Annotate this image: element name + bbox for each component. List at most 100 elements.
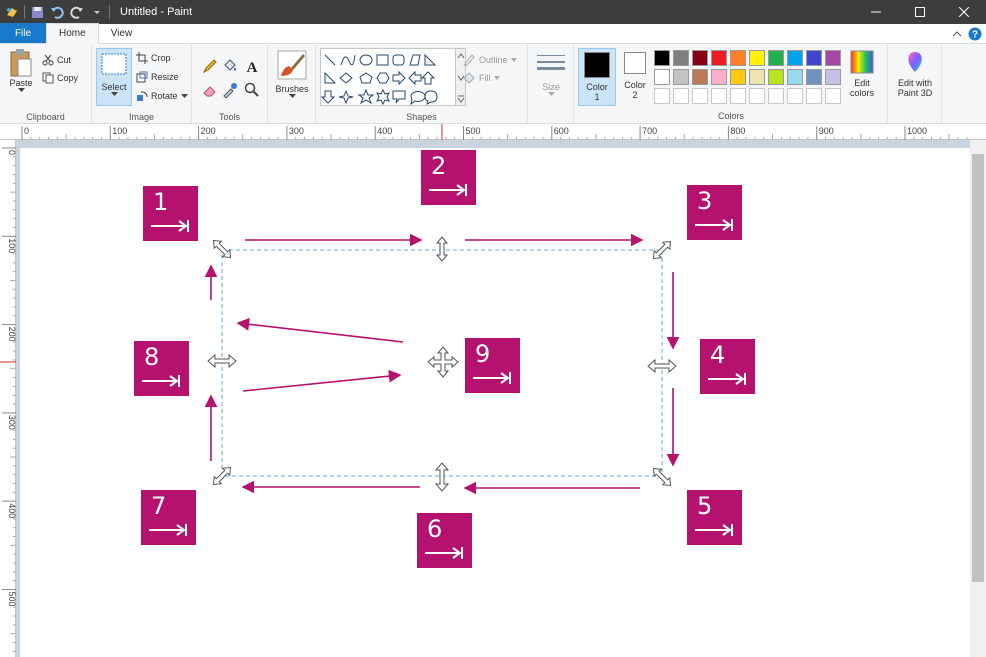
image-group-label: Image xyxy=(128,112,154,122)
crop-button[interactable]: Crop xyxy=(136,50,171,66)
palette-swatch[interactable] xyxy=(768,50,784,66)
color2-number: 2 xyxy=(632,90,638,100)
palette-swatch[interactable] xyxy=(806,50,822,66)
edit-colors-button[interactable]: Edit colors xyxy=(844,50,880,98)
cut-label: Cut xyxy=(57,55,72,65)
palette-swatch[interactable] xyxy=(692,69,708,85)
chevron-down-icon xyxy=(288,94,296,98)
palette-swatch[interactable] xyxy=(749,50,765,66)
palette-swatch[interactable] xyxy=(673,69,689,85)
pencil-icon[interactable] xyxy=(202,58,218,74)
palette-swatch[interactable] xyxy=(654,50,670,66)
color-picker-icon[interactable] xyxy=(222,82,238,98)
palette-swatch[interactable] xyxy=(825,50,841,66)
palette-swatch[interactable] xyxy=(673,88,689,104)
redo-icon[interactable] xyxy=(69,4,85,20)
rotate-label: Rotate xyxy=(151,91,178,101)
undo-icon[interactable] xyxy=(49,4,65,20)
palette-swatch[interactable] xyxy=(825,88,841,104)
palette-swatch[interactable] xyxy=(711,50,727,66)
minimize-button[interactable] xyxy=(854,0,898,24)
palette-swatch[interactable] xyxy=(730,50,746,66)
eraser-icon[interactable] xyxy=(202,82,218,98)
tab-file[interactable]: File xyxy=(0,23,46,43)
palette-swatch[interactable] xyxy=(749,69,765,85)
paint3d-label-2: Paint 3D xyxy=(897,88,933,98)
select-rectangle-icon xyxy=(101,53,127,75)
palette-swatch[interactable] xyxy=(711,88,727,104)
step-badge-8: 8 xyxy=(134,341,189,396)
tools-group-label: Tools xyxy=(218,112,240,122)
tab-view[interactable]: View xyxy=(99,23,145,43)
title-bar: Untitled - Paint xyxy=(0,0,986,24)
step-badge-number: 2 xyxy=(431,152,447,180)
ruler-label: 100 xyxy=(7,238,16,253)
chevron-down-icon xyxy=(180,93,188,98)
step-badge-1: 1 xyxy=(143,186,198,241)
palette-swatch[interactable] xyxy=(768,69,784,85)
palette-swatch[interactable] xyxy=(787,88,803,104)
ruler-label: 200 xyxy=(7,327,16,342)
palette-swatch[interactable] xyxy=(711,69,727,85)
help-icon[interactable]: ? xyxy=(968,27,982,41)
save-icon[interactable] xyxy=(29,4,45,20)
palette-swatch[interactable] xyxy=(692,50,708,66)
collapse-ribbon-icon[interactable] xyxy=(952,29,962,39)
chevron-down-icon xyxy=(493,76,500,80)
text-tool-icon[interactable]: A xyxy=(244,58,260,74)
magnifier-icon[interactable] xyxy=(244,82,260,98)
vertical-scroll-thumb[interactable] xyxy=(972,154,984,582)
maximize-icon xyxy=(915,7,925,17)
chevron-down-icon xyxy=(17,88,25,92)
tab-arrow-icon xyxy=(473,372,511,384)
ruler-label: 300 xyxy=(7,415,16,430)
maximize-button[interactable] xyxy=(898,0,942,24)
step-badge-2: 2 xyxy=(421,150,476,205)
brushes-button[interactable]: Brushes xyxy=(272,50,312,99)
customize-dropdown-icon[interactable] xyxy=(89,4,105,20)
palette-swatch[interactable] xyxy=(825,69,841,85)
step-badge-number: 5 xyxy=(697,492,713,520)
resize-icon xyxy=(136,71,148,83)
image-group: Select Crop Resize Rotate Image xyxy=(92,44,192,124)
palette-swatch[interactable] xyxy=(692,88,708,104)
palette-swatch[interactable] xyxy=(787,50,803,66)
palette-swatch[interactable] xyxy=(806,88,822,104)
ruler-label: 800 xyxy=(730,126,745,136)
cut-button[interactable]: Cut xyxy=(42,52,71,68)
close-button[interactable] xyxy=(942,0,986,24)
palette-swatch[interactable] xyxy=(768,88,784,104)
ruler-label: 0 xyxy=(24,126,29,136)
color2-swatch xyxy=(624,52,646,74)
shapes-gallery[interactable] xyxy=(320,48,456,106)
palette-swatch[interactable] xyxy=(654,69,670,85)
rotate-button[interactable]: Rotate xyxy=(136,88,188,104)
select-label: Select xyxy=(101,82,127,92)
vertical-ruler: 0 100 200 300 400 500 xyxy=(0,140,17,657)
paint-app-icon[interactable] xyxy=(4,4,20,20)
fill-bucket-icon[interactable] xyxy=(222,58,238,74)
outline-label: Outline xyxy=(479,55,508,65)
palette-swatch[interactable] xyxy=(749,88,765,104)
copy-button[interactable]: Copy xyxy=(42,70,78,86)
vertical-scrollbar[interactable] xyxy=(970,140,986,657)
tab-arrow-icon xyxy=(142,375,180,387)
edit-with-paint3d-button[interactable]: Edit with Paint 3D xyxy=(890,50,940,98)
color2-button[interactable]: Color 2 xyxy=(620,50,650,100)
paste-button[interactable]: Paste xyxy=(6,48,36,93)
ruler-label: 200 xyxy=(201,126,216,136)
palette-swatch[interactable] xyxy=(654,88,670,104)
outline-button[interactable]: Outline xyxy=(462,52,517,68)
palette-swatch[interactable] xyxy=(730,69,746,85)
step-badge-number: 1 xyxy=(153,188,169,216)
palette-swatch[interactable] xyxy=(806,69,822,85)
palette-swatch[interactable] xyxy=(787,69,803,85)
palette-swatch[interactable] xyxy=(730,88,746,104)
select-button[interactable]: Select xyxy=(96,48,132,106)
resize-button[interactable]: Resize xyxy=(136,69,179,85)
color1-button[interactable]: Color 1 xyxy=(578,48,616,106)
size-button[interactable]: Size xyxy=(534,52,568,97)
tab-home[interactable]: Home xyxy=(46,23,99,44)
palette-swatch[interactable] xyxy=(673,50,689,66)
fill-button[interactable]: Fill xyxy=(462,70,500,86)
